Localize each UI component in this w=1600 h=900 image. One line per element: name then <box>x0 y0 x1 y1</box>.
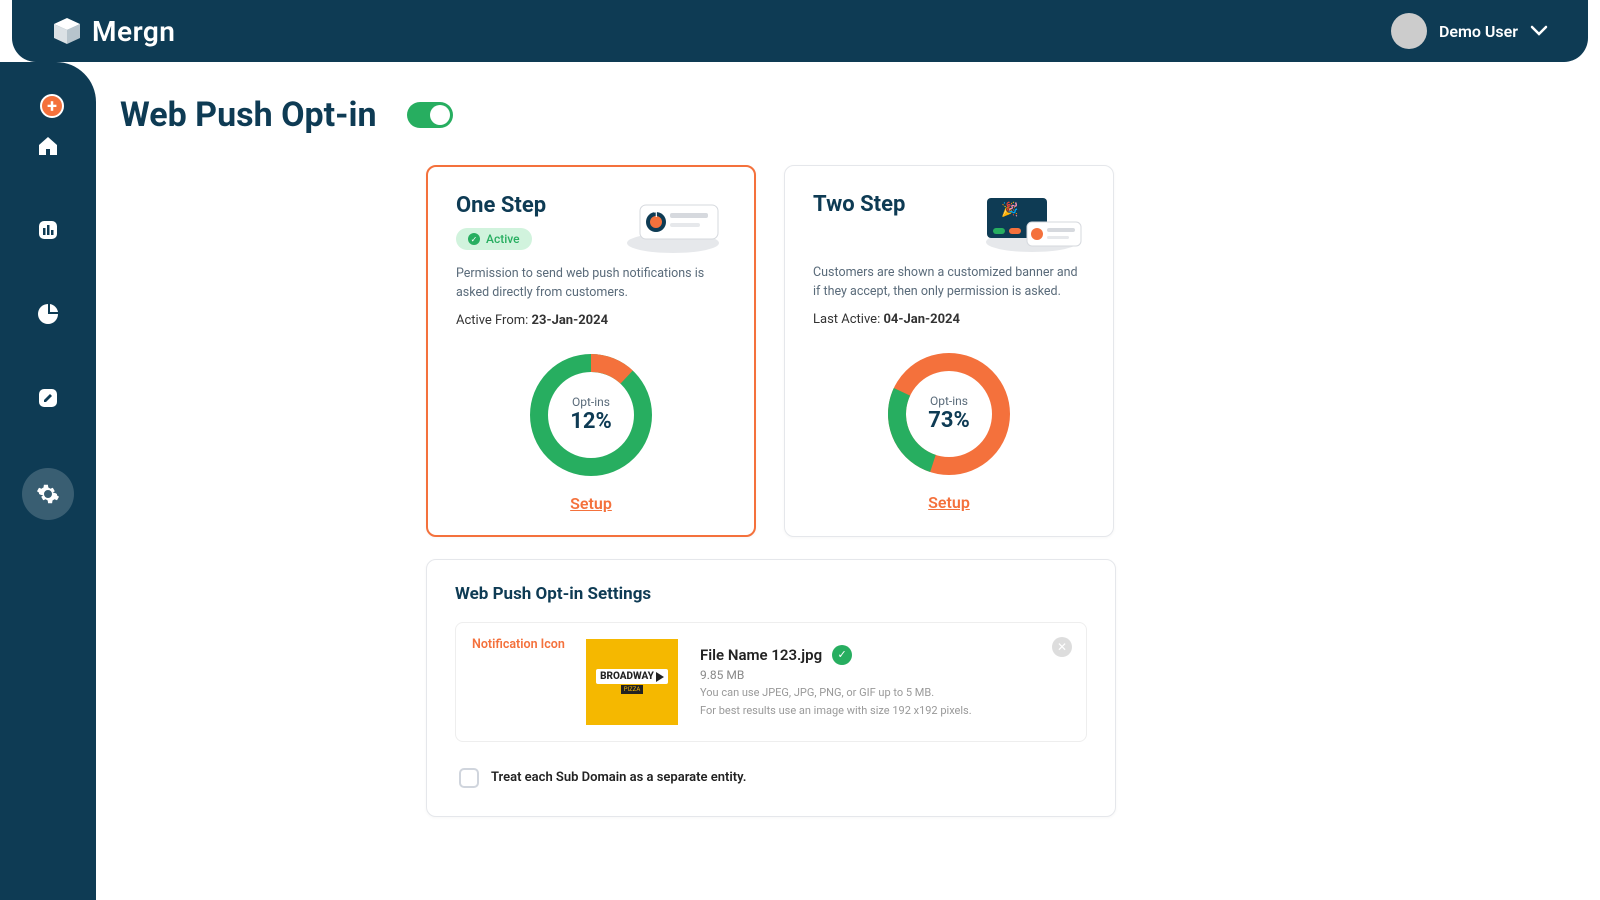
card-two-step[interactable]: Two Step 🎉 Customers are shown a customi… <box>784 165 1114 537</box>
add-button[interactable]: + <box>40 94 64 118</box>
settings-title: Web Push Opt-in Settings <box>455 584 1087 604</box>
svg-text:1: 1 <box>654 210 659 219</box>
notification-icon-box: Notification Icon ✕ BROADWAY PIZZA File … <box>455 622 1087 742</box>
subdomain-checkbox-row: Treat each Sub Domain as a separate enti… <box>455 768 1087 788</box>
card-two-title: Two Step <box>813 192 905 217</box>
file-hint-1: You can use JPEG, JPG, PNG, or GIF up to… <box>700 685 1068 700</box>
cards-row: One Step ✓ Active 1 Permission to send <box>426 165 1570 537</box>
card-one-date: Active From: 23-Jan-2024 <box>456 313 726 328</box>
nav-settings[interactable] <box>22 468 74 520</box>
subdomain-checkbox-label: Treat each Sub Domain as a separate enti… <box>491 770 746 785</box>
uploaded-image-preview: BROADWAY PIZZA <box>586 639 678 725</box>
avatar <box>1391 13 1427 49</box>
svg-text:🎉: 🎉 <box>1001 201 1018 218</box>
optin-toggle[interactable] <box>407 102 453 128</box>
card-one-step[interactable]: One Step ✓ Active 1 Permission to send <box>426 165 756 537</box>
user-menu[interactable]: Demo User <box>1391 13 1548 49</box>
nav-analytics[interactable] <box>34 216 62 244</box>
logo-icon <box>52 18 82 44</box>
card-two-date: Last Active: 04-Jan-2024 <box>813 312 1085 327</box>
user-name: Demo User <box>1439 22 1518 41</box>
setup-link-two[interactable]: Setup <box>813 493 1085 512</box>
close-icon[interactable]: ✕ <box>1052 637 1072 657</box>
file-name: File Name 123.jpg <box>700 646 822 664</box>
nav-reports[interactable] <box>34 300 62 328</box>
file-hint-2: For best results use an image with size … <box>700 703 1068 718</box>
donut-two-step: Opt-ins 73% <box>884 349 1014 479</box>
check-icon: ✓ <box>832 645 852 665</box>
nav-home[interactable] <box>34 132 62 160</box>
subdomain-checkbox[interactable] <box>459 768 479 788</box>
chevron-down-icon <box>1530 25 1548 37</box>
active-badge: ✓ Active <box>456 228 532 250</box>
card-one-title: One Step <box>456 193 546 218</box>
page-title: Web Push Opt-in <box>120 95 377 135</box>
file-size: 9.85 MB <box>700 668 1068 682</box>
check-icon: ✓ <box>468 233 480 245</box>
card-two-desc: Customers are shown a customized banner … <box>813 264 1085 302</box>
main-content: Web Push Opt-in One Step ✓ Active <box>120 95 1570 900</box>
nav-edit[interactable] <box>34 384 62 412</box>
sidebar <box>0 62 96 900</box>
brand-text: Mergn <box>92 15 175 48</box>
setup-link-one[interactable]: Setup <box>456 494 726 513</box>
one-step-illustration-icon: 1 <box>620 193 726 255</box>
notification-icon-label: Notification Icon <box>472 637 565 652</box>
page-header: Web Push Opt-in <box>120 95 1570 135</box>
settings-card: Web Push Opt-in Settings Notification Ic… <box>426 559 1116 817</box>
donut-one-step: Opt-ins 12% <box>526 350 656 480</box>
two-step-illustration-icon: 🎉 <box>979 192 1085 254</box>
topbar: Mergn Demo User <box>12 0 1588 62</box>
file-info: File Name 123.jpg ✓ 9.85 MB You can use … <box>700 645 1068 719</box>
logo[interactable]: Mergn <box>52 15 175 48</box>
card-one-desc: Permission to send web push notification… <box>456 265 726 303</box>
